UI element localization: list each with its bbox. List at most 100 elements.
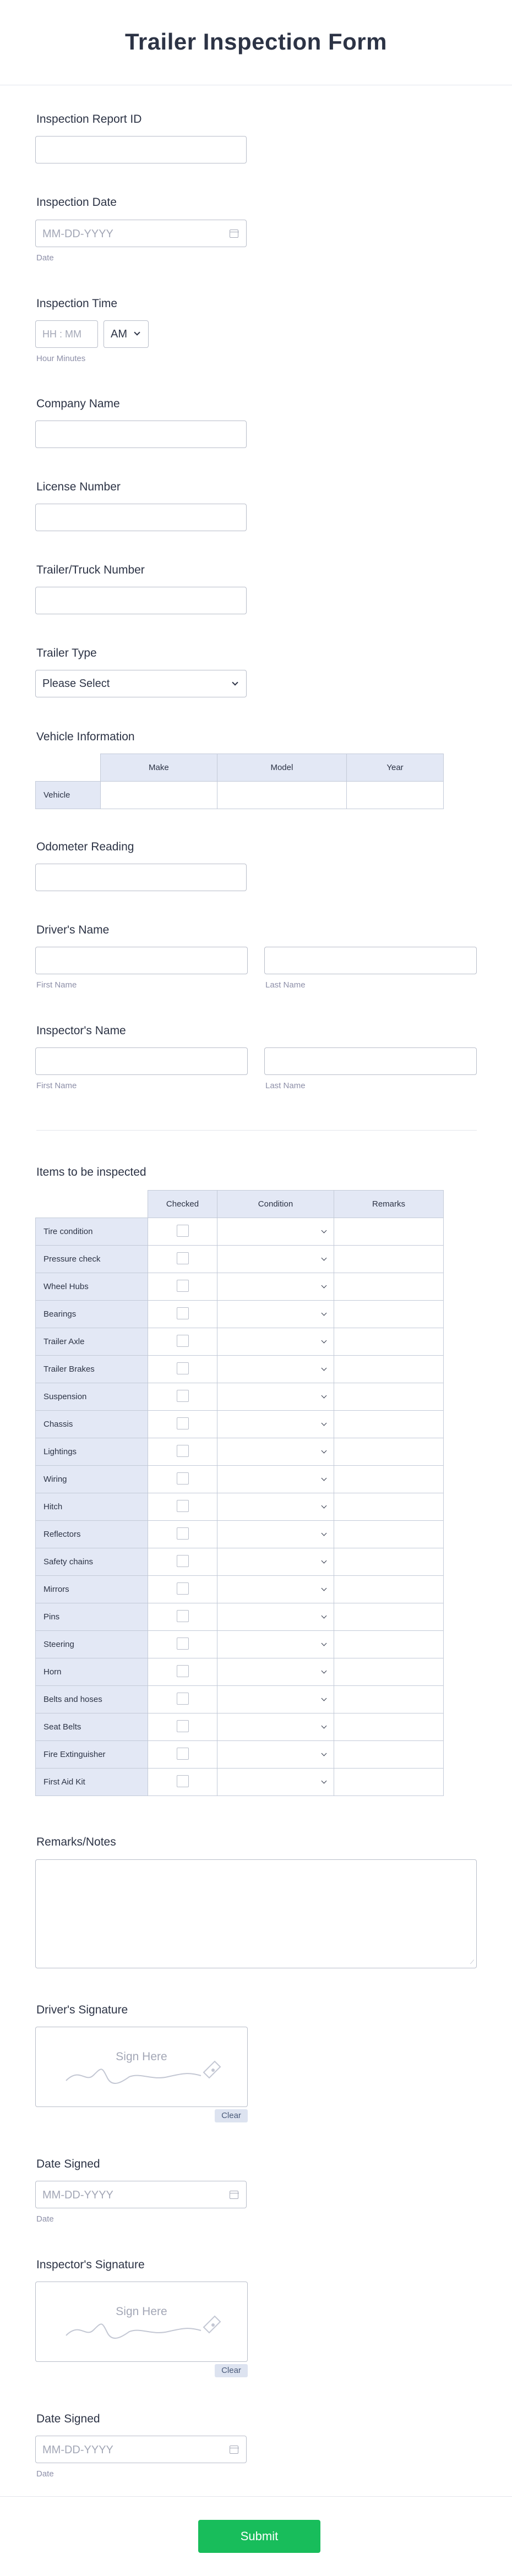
inspection-date-input[interactable]: MM-DD-YYYY [35, 220, 247, 247]
condition-select[interactable] [217, 1685, 334, 1713]
item-checkbox[interactable] [176, 1307, 189, 1319]
item-checkbox[interactable] [176, 1664, 189, 1677]
chevron-down-icon [321, 1558, 327, 1564]
condition-select[interactable] [217, 1300, 334, 1328]
item-checkbox[interactable] [176, 1224, 189, 1237]
condition-select[interactable] [217, 1520, 334, 1548]
driver-signature-pad[interactable]: Sign Here [35, 2027, 248, 2107]
remarks-cell[interactable] [334, 1273, 444, 1301]
inspector-signature-clear-button[interactable]: Clear [215, 2364, 248, 2377]
condition-select[interactable] [217, 1740, 334, 1769]
item-checkbox[interactable] [176, 1720, 189, 1732]
report-id-input[interactable] [35, 136, 247, 163]
condition-select[interactable] [217, 1355, 334, 1383]
remarks-cell[interactable] [334, 1300, 444, 1328]
driver-last-name-input[interactable] [264, 947, 477, 974]
item-checkbox[interactable] [176, 1775, 189, 1787]
item-checkbox[interactable] [176, 1252, 189, 1264]
condition-select[interactable] [217, 1658, 334, 1686]
remarks-cell[interactable] [334, 1740, 444, 1769]
trailer-number-input[interactable] [35, 587, 247, 614]
remarks-cell[interactable] [334, 1355, 444, 1383]
remarks-cell[interactable] [334, 1493, 444, 1521]
condition-select[interactable] [217, 1410, 334, 1438]
driver-signature-clear-button[interactable]: Clear [215, 2109, 248, 2122]
item-checkbox[interactable] [176, 1637, 189, 1650]
condition-select[interactable] [217, 1245, 334, 1273]
remarks-cell[interactable] [334, 1603, 444, 1631]
remarks-cell[interactable] [334, 1218, 444, 1246]
condition-select[interactable] [217, 1273, 334, 1301]
resize-handle-icon[interactable]: ⟋ [470, 1960, 474, 1966]
condition-select[interactable] [217, 1768, 334, 1796]
condition-select[interactable] [217, 1383, 334, 1411]
time-hour-minute-input[interactable]: HH : MM [35, 320, 98, 348]
checked-cell [148, 1685, 217, 1713]
item-checkbox[interactable] [176, 1444, 189, 1457]
driver-name-label: Driver's Name [36, 924, 110, 936]
item-checkbox[interactable] [176, 1334, 189, 1347]
remarks-cell[interactable] [334, 1383, 444, 1411]
calendar-icon[interactable] [229, 2191, 239, 2199]
company-name-input[interactable] [35, 421, 247, 448]
condition-select[interactable] [217, 1218, 334, 1246]
chevron-down-icon [321, 1668, 327, 1674]
condition-select[interactable] [217, 1493, 334, 1521]
items-label: Items to be inspected [36, 1166, 146, 1178]
item-checkbox[interactable] [176, 1527, 189, 1540]
remarks-cell[interactable] [334, 1245, 444, 1273]
license-number-input[interactable] [35, 504, 247, 531]
remarks-cell[interactable] [334, 1658, 444, 1686]
condition-select[interactable] [217, 1328, 334, 1356]
item-checkbox[interactable] [176, 1472, 189, 1485]
trailer-type-select[interactable]: Please Select [35, 670, 247, 697]
inspector-signature-pad[interactable]: Sign Here [35, 2282, 248, 2362]
remarks-cell[interactable] [334, 1575, 444, 1603]
remarks-cell[interactable] [334, 1548, 444, 1576]
item-checkbox[interactable] [176, 1692, 189, 1705]
remarks-cell[interactable] [334, 1520, 444, 1548]
calendar-icon[interactable] [229, 230, 239, 238]
item-checkbox[interactable] [176, 1554, 189, 1567]
row-header: Chassis [35, 1410, 148, 1438]
time-ampm-select[interactable]: AM [104, 320, 149, 348]
item-checkbox[interactable] [176, 1362, 189, 1374]
row-header: Bearings [35, 1300, 148, 1328]
vehicle-make-cell[interactable] [100, 781, 217, 809]
condition-select[interactable] [217, 1630, 334, 1658]
row-header: Tire condition [35, 1218, 148, 1246]
chevron-down-icon [321, 1750, 327, 1756]
item-checkbox[interactable] [176, 1499, 189, 1512]
remarks-cell[interactable] [334, 1328, 444, 1356]
item-checkbox[interactable] [176, 1417, 189, 1429]
date-signed-2-input[interactable]: MM-DD-YYYY [35, 2436, 247, 2463]
date-signed-1-input[interactable]: MM-DD-YYYY [35, 2181, 247, 2208]
item-checkbox[interactable] [176, 1747, 189, 1760]
remarks-cell[interactable] [334, 1438, 444, 1466]
odometer-input[interactable] [35, 864, 247, 891]
remarks-cell[interactable] [334, 1410, 444, 1438]
remarks-cell[interactable] [334, 1685, 444, 1713]
inspector-first-name-input[interactable] [35, 1047, 248, 1075]
remarks-cell[interactable] [334, 1713, 444, 1741]
item-checkbox[interactable] [176, 1582, 189, 1595]
condition-select[interactable] [217, 1713, 334, 1741]
remarks-textarea[interactable]: ⟋ [35, 1859, 477, 1968]
driver-first-name-input[interactable] [35, 947, 248, 974]
submit-button[interactable]: Submit [198, 2520, 320, 2553]
vehicle-year-cell[interactable] [346, 781, 444, 809]
condition-select[interactable] [217, 1548, 334, 1576]
condition-select[interactable] [217, 1438, 334, 1466]
inspector-last-name-input[interactable] [264, 1047, 477, 1075]
condition-select[interactable] [217, 1603, 334, 1631]
remarks-cell[interactable] [334, 1465, 444, 1493]
remarks-cell[interactable] [334, 1768, 444, 1796]
calendar-icon[interactable] [229, 2446, 239, 2454]
condition-select[interactable] [217, 1465, 334, 1493]
condition-select[interactable] [217, 1575, 334, 1603]
vehicle-model-cell[interactable] [216, 781, 347, 809]
item-checkbox[interactable] [176, 1389, 189, 1402]
item-checkbox[interactable] [176, 1279, 189, 1292]
remarks-cell[interactable] [334, 1630, 444, 1658]
item-checkbox[interactable] [176, 1609, 189, 1622]
